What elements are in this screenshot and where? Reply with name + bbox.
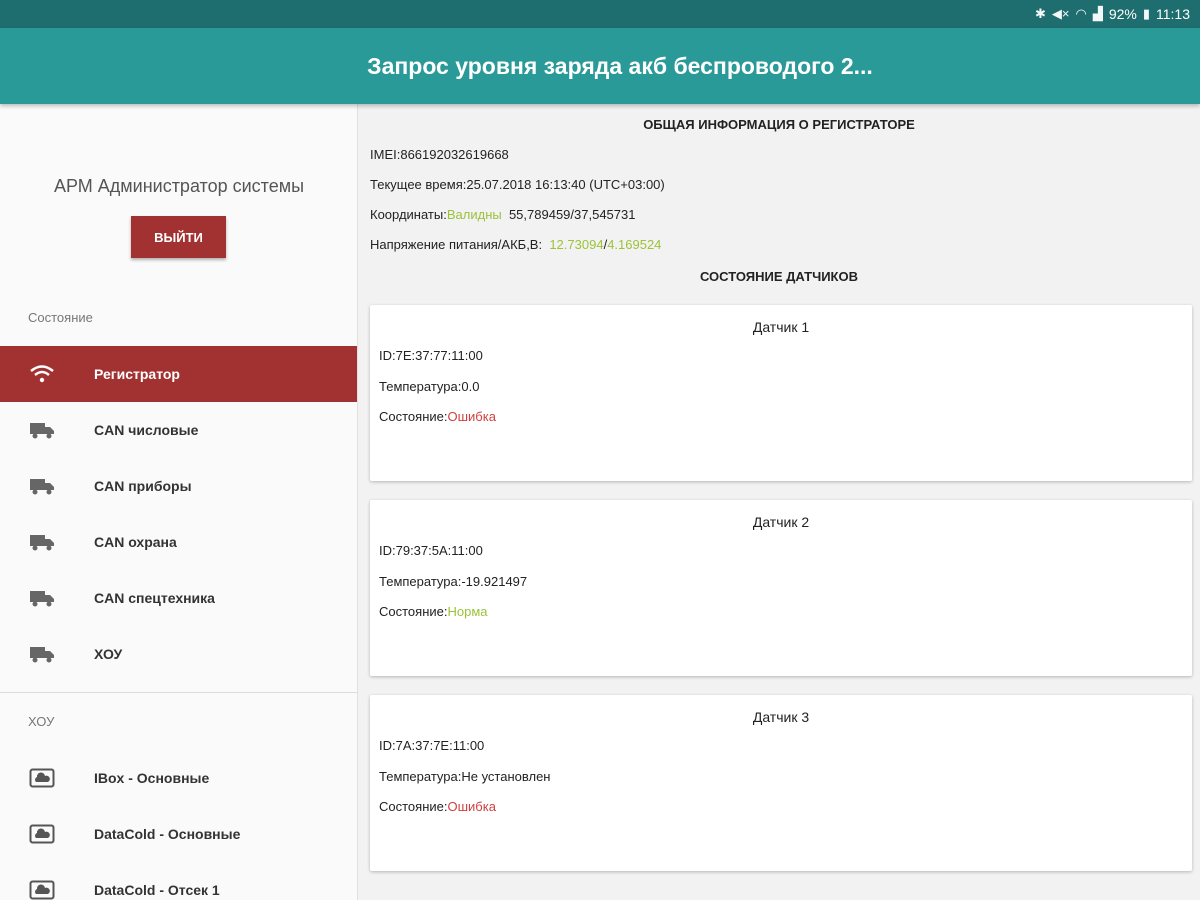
truck-icon	[28, 589, 56, 607]
coordinates-status: Валидны	[446, 207, 502, 222]
truck-icon	[28, 421, 56, 439]
sensor-temperature: Температура:Не установлен	[379, 769, 551, 784]
truck-icon	[28, 477, 56, 495]
sidebar-item-can-security[interactable]: CAN охрана	[0, 514, 357, 570]
coordinates-value: 55,789459/37,545731	[508, 207, 636, 222]
cloud-icon	[28, 768, 56, 788]
sensor-temperature: Температура:0.0	[379, 379, 480, 394]
sidebar-item-can-numeric[interactable]: CAN числовые	[0, 402, 357, 458]
battery-icon: ▮	[1142, 6, 1150, 21]
sidebar-item-xou[interactable]: ХОУ	[0, 626, 357, 682]
sensor-state-value: Норма	[447, 604, 488, 619]
cloud-icon	[28, 824, 56, 844]
sensor-title: Датчик 2	[752, 514, 810, 530]
bluetooth-icon: ✱	[1034, 6, 1046, 21]
sensor-state-label: Состояние:	[379, 409, 448, 424]
imei-text: IMEI:866192032619668	[370, 147, 509, 162]
sensor-card: Датчик 3 ID:7A:37:7E:11:00 Температура:Н…	[370, 695, 1192, 871]
sensor-id: ID:79:37:5A:11:00	[379, 543, 483, 558]
sidebar-item-can-devices[interactable]: CAN приборы	[0, 458, 357, 514]
section-label-state: Состояние	[28, 310, 93, 325]
sensor-card: Датчик 2 ID:79:37:5A:11:00 Температура:-…	[370, 500, 1192, 676]
sidebar-divider	[0, 692, 357, 693]
sidebar: АРМ Администратор системы ВЫЙТИ Состояни…	[0, 104, 358, 900]
sidebar-item-label: ХОУ	[94, 646, 123, 662]
sensor-state: Состояние:Ошибка	[379, 409, 496, 424]
sensor-state: Состояние:Ошибка	[379, 799, 496, 814]
app-bar: Запрос уровня заряда акб беспроводого 2.…	[0, 28, 1200, 104]
sidebar-item-registrator[interactable]: Регистратор	[0, 346, 357, 402]
sensor-id: ID:7E:37:77:11:00	[379, 348, 483, 363]
wifi-icon	[28, 365, 56, 383]
sidebar-item-label: DataCold - Основные	[94, 826, 241, 842]
sensor-state-value: Ошибка	[447, 799, 496, 814]
current-time-text: Текущее время:25.07.2018 16:13:40 (UTC+0…	[370, 177, 665, 192]
sensors-heading: СОСТОЯНИЕ ДАТЧИКОВ	[699, 269, 858, 284]
voltage-label: Напряжение питания/АКБ,В:	[370, 237, 543, 252]
section-label-xou: ХОУ	[28, 714, 55, 729]
voltage-text: Напряжение питания/АКБ,В: 12.73094/4.169…	[370, 237, 661, 252]
coordinates-label: Координаты:	[370, 207, 447, 222]
sidebar-item-label: CAN спецтехника	[94, 590, 215, 606]
sidebar-item-label: DataCold - Отсек 1	[94, 882, 220, 898]
cloud-icon	[28, 880, 56, 900]
sensor-card: Датчик 1 ID:7E:37:77:11:00 Температура:0…	[370, 305, 1192, 481]
sidebar-item-label: CAN охрана	[94, 534, 177, 550]
sensor-id: ID:7A:37:7E:11:00	[379, 738, 485, 753]
sidebar-item-datacold-main[interactable]: DataCold - Основные	[0, 806, 357, 862]
sensor-state-label: Состояние:	[379, 604, 448, 619]
mute-icon: ◀×	[1051, 6, 1070, 21]
truck-icon	[28, 645, 56, 663]
logout-button[interactable]: ВЫЙТИ	[131, 216, 226, 258]
sidebar-item-label: IBox - Основные	[94, 770, 210, 786]
wifi-icon: ◠	[1075, 6, 1087, 21]
voltage-battery-value: 4.169524	[607, 237, 662, 252]
general-info-heading: ОБЩАЯ ИНФОРМАЦИЯ О РЕГИСТРАТОРЕ	[643, 117, 915, 132]
clock: 11:13	[1156, 6, 1190, 22]
sensor-temperature: Температура:-19.921497	[379, 574, 528, 589]
sensor-title: Датчик 1	[752, 319, 810, 335]
sidebar-item-datacold-compartment-1[interactable]: DataCold - Отсек 1	[0, 862, 357, 900]
coordinates-text: Координаты:Валидны 55,789459/37,545731	[370, 207, 635, 222]
sensor-state-value: Ошибка	[447, 409, 496, 424]
sidebar-item-can-special[interactable]: CAN спецтехника	[0, 570, 357, 626]
sensor-state: Состояние:Норма	[379, 604, 488, 619]
battery-level: 92%	[1108, 6, 1137, 22]
sidebar-item-label: Регистратор	[94, 366, 180, 382]
page-title: Запрос уровня заряда акб беспроводого 2.…	[367, 52, 873, 79]
sidebar-item-ibox-main[interactable]: IBox - Основные	[0, 750, 357, 806]
user-role: АРМ Администратор системы	[53, 176, 305, 196]
truck-icon	[28, 533, 56, 551]
sensor-state-label: Состояние:	[379, 799, 448, 814]
status-bar: ✱ ◀× ◠ ▟ 92% ▮ 11:13	[0, 0, 1200, 28]
main-content: ОБЩАЯ ИНФОРМАЦИЯ О РЕГИСТРАТОРЕ IMEI:866…	[358, 104, 1200, 900]
sensor-title: Датчик 3	[752, 709, 810, 725]
sidebar-item-label: CAN числовые	[94, 422, 199, 438]
voltage-main-value: 12.73094	[549, 237, 604, 252]
sidebar-item-label: CAN приборы	[94, 478, 192, 494]
signal-icon: ▟	[1092, 6, 1103, 21]
